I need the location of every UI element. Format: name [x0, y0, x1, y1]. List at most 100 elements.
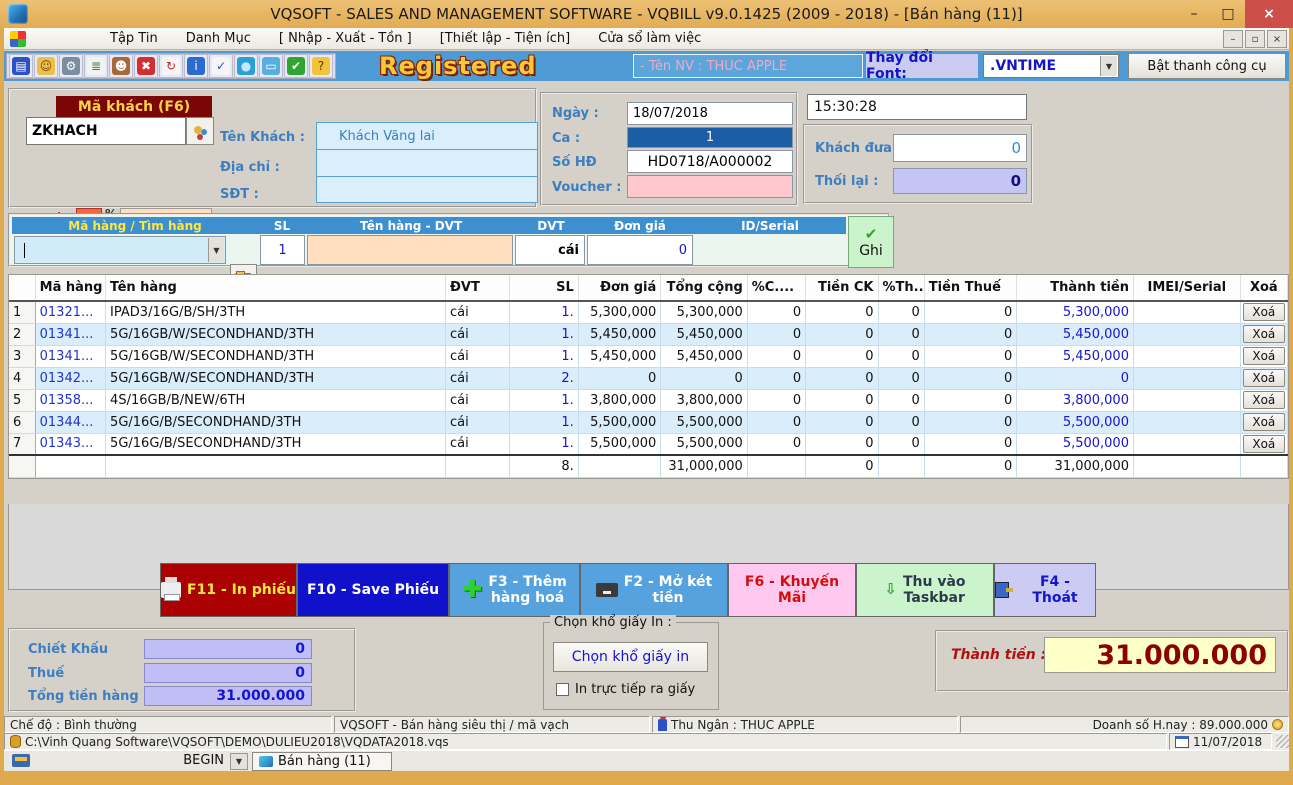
help-icon[interactable]: ? — [309, 54, 333, 78]
invoice-number-input[interactable]: HD0718/A000002 — [627, 150, 793, 173]
col-imei[interactable]: IMEI/Serial — [1133, 275, 1240, 301]
print-receipt-button[interactable]: F11 - In phiếu — [160, 563, 297, 617]
col-total[interactable]: Tổng cộng — [661, 275, 748, 301]
checkbox-icon[interactable]: ✔ — [284, 54, 308, 78]
save-receipt-button[interactable]: F10 - Save Phiếu — [297, 563, 449, 617]
window-icon[interactable]: ▭ — [259, 54, 283, 78]
table-row[interactable]: 3 01341... 5G/16GB/W/SECONDHAND/3TH cái … — [9, 345, 1288, 367]
col-qty[interactable]: SL — [510, 275, 578, 301]
customer-search-icon — [194, 126, 202, 134]
delete-row-button[interactable]: Xoá — [1243, 413, 1285, 431]
globe-icon[interactable]: ● — [234, 54, 258, 78]
col-code[interactable]: Mã hàng — [35, 275, 105, 301]
entry-qty-input[interactable]: 1 — [260, 235, 305, 265]
cell-price: 5,450,000 — [578, 323, 660, 345]
voucher-input[interactable] — [627, 175, 793, 198]
mdi-minimize-button[interactable]: – — [1223, 30, 1243, 48]
toggle-toolbar-button[interactable]: Bật thanh công cụ — [1128, 53, 1286, 79]
refresh-icon[interactable]: ↻ — [159, 54, 183, 78]
delete-row-button[interactable]: Xoá — [1243, 435, 1285, 453]
cell-total: 5,500,000 — [661, 433, 748, 455]
delete-row-button[interactable]: Xoá — [1243, 391, 1285, 409]
date-input[interactable]: 18/07/2018 — [627, 102, 793, 125]
resize-grip[interactable] — [1276, 735, 1289, 748]
table-row[interactable]: 7 01343... 5G/16G/B/SECONDHAND/3TH cái 1… — [9, 433, 1288, 455]
mdi-restore-button[interactable]: ▫ — [1245, 30, 1265, 48]
chevron-down-icon[interactable]: ▼ — [208, 238, 224, 262]
minimize-to-taskbar-button[interactable]: ⇩Thu vào Taskbar — [856, 563, 994, 617]
refresh-doc-icon[interactable]: ≣ — [84, 54, 108, 78]
mdi-close-button[interactable]: × — [1267, 30, 1287, 48]
begin-dropdown-button[interactable]: ▼ — [230, 753, 248, 770]
stop-icon[interactable]: ✖ — [134, 54, 158, 78]
table-row[interactable]: 1 01321... IPAD3/16G/B/SH/3TH cái 1. 5,3… — [9, 301, 1288, 323]
chevron-down-icon[interactable]: ▼ — [1100, 56, 1117, 76]
close-button[interactable]: × — [1245, 0, 1293, 28]
menu-file[interactable]: Tập Tin — [96, 28, 172, 50]
users-icon[interactable]: ☻ — [109, 54, 133, 78]
col-unit[interactable]: ĐVT — [446, 275, 510, 301]
promotion-button[interactable]: F6 - Khuyến Mãi — [728, 563, 856, 617]
maximize-button[interactable]: □ — [1211, 0, 1245, 28]
delete-row-button[interactable]: Xoá — [1243, 347, 1285, 365]
direct-print-checkbox[interactable] — [556, 683, 569, 696]
spellcheck-icon[interactable]: ✓ — [209, 54, 233, 78]
exit-button[interactable]: F4 - Thoát — [994, 563, 1096, 617]
time-field[interactable]: 15:30:28 — [807, 94, 1027, 120]
info-icon[interactable]: i — [184, 54, 208, 78]
status-revenue: Doanh số H.nay : 89.000.000 — [960, 716, 1289, 733]
col-delete[interactable]: Xoá — [1240, 275, 1287, 301]
cell-ck: 0 — [806, 411, 878, 433]
cell-qty: 1. — [510, 345, 578, 367]
task-tab-ban-hang[interactable]: Bán hàng (11) — [252, 752, 392, 771]
cell-pct-tax: 0 — [878, 345, 924, 367]
col-amount[interactable]: Thành tiền — [1017, 275, 1134, 301]
printer-status-icon[interactable] — [12, 754, 30, 767]
cell-imei — [1133, 345, 1240, 367]
col-tax[interactable]: Tiền Thuế — [924, 275, 1017, 301]
menu-settings[interactable]: [Thiết lập - Tiện ích] — [426, 28, 584, 50]
user-key-icon[interactable]: ☺ — [34, 54, 58, 78]
item-code-combo[interactable]: ▼ — [14, 236, 226, 264]
font-select[interactable]: .VNTIME ▼ — [983, 54, 1119, 78]
col-name[interactable]: Tên hàng — [106, 275, 446, 301]
cell-amount: 5,300,000 — [1017, 301, 1134, 323]
save-icon[interactable]: ▤ — [9, 54, 33, 78]
table-row[interactable]: 6 01344... 5G/16G/B/SECONDHAND/3TH cái 1… — [9, 411, 1288, 433]
open-drawer-button[interactable]: F2 - Mở két tiền — [580, 563, 728, 617]
entry-name-field[interactable] — [307, 235, 513, 265]
exit-door-icon — [995, 582, 1009, 598]
col-ck[interactable]: Tiền CK — [806, 275, 878, 301]
delete-row-button[interactable]: Xoá — [1243, 303, 1285, 321]
menu-inventory[interactable]: [ Nhập - Xuất - Tồn ] — [265, 28, 426, 50]
menu-windows[interactable]: Cửa sổ làm việc — [584, 28, 715, 50]
totals-ck: 0 — [806, 455, 878, 477]
tools-icon[interactable]: ⚙ — [59, 54, 83, 78]
entry-unit-field[interactable]: cái — [515, 235, 585, 265]
cash-drawer-icon — [596, 583, 618, 597]
choose-paper-size-button[interactable]: Chọn khổ giấy in — [553, 642, 708, 672]
shift-field[interactable]: 1 — [627, 127, 793, 148]
col-pct-ck[interactable]: %C.... — [747, 275, 805, 301]
customer-code-input[interactable]: ZKHACH — [26, 117, 186, 145]
table-row[interactable]: 5 01358... 4S/16GB/B/NEW/6TH cái 1. 3,80… — [9, 389, 1288, 411]
customer-name-input[interactable]: Khách Vãng lai — [317, 123, 537, 150]
status-date[interactable]: 11/07/2018 — [1169, 733, 1272, 750]
table-row[interactable]: 4 01342... 5G/16GB/W/SECONDHAND/3TH cái … — [9, 367, 1288, 389]
customer-address-input[interactable] — [317, 150, 537, 177]
delete-row-button[interactable]: Xoá — [1243, 325, 1285, 343]
col-price[interactable]: Đơn giá — [578, 275, 660, 301]
entry-price-input[interactable]: 0 — [587, 235, 693, 265]
save-line-button[interactable]: ✔ Ghi — [848, 216, 894, 268]
col-pct-tax[interactable]: %Th... — [878, 275, 924, 301]
menu-catalog[interactable]: Danh Mục — [172, 28, 265, 50]
table-row[interactable]: 2 01341... 5G/16GB/W/SECONDHAND/3TH cái … — [9, 323, 1288, 345]
customer-search-button[interactable] — [186, 117, 214, 145]
cell-tax: 0 — [924, 411, 1017, 433]
delete-row-button[interactable]: Xoá — [1243, 369, 1285, 387]
customer-phone-input[interactable] — [317, 177, 537, 204]
table-totals-row: 8. 31,000,000 0 0 31,000,000 — [9, 455, 1288, 477]
minimize-button[interactable]: – — [1177, 0, 1211, 28]
cash-given-input[interactable]: 0 — [893, 134, 1027, 162]
add-item-button[interactable]: ✚F3 - Thêm hàng hoá — [449, 563, 580, 617]
